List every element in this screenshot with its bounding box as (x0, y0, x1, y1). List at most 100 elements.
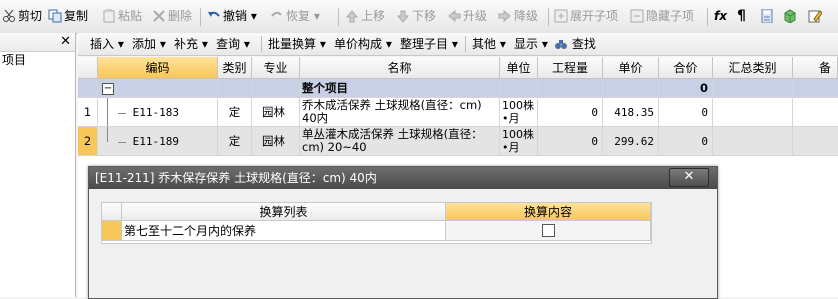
row-category: 定 (218, 98, 252, 126)
group-total: 0 (659, 79, 713, 97)
dialog-title-bar[interactable]: [E11-211] 乔木保存保养 土球规格(直径：cm) 40内 ✕ (89, 167, 717, 189)
toolbar-divider (465, 36, 466, 52)
conversion-item-cell[interactable] (446, 221, 651, 241)
undo-button[interactable]: 撤销 ▾ (207, 0, 257, 33)
panel-header: ✕ (0, 33, 75, 52)
project-tree-panel: ✕ 项目 (0, 33, 76, 297)
row-code: E11-189 (98, 127, 218, 155)
arrow-right-icon (498, 3, 512, 23)
binoculars-icon (554, 36, 568, 50)
header-remark[interactable]: 备注 (793, 57, 838, 97)
secondary-toolbar: 插入 ▾ 添加 ▾ 补充 ▾ 查询 ▾ 批量换算 ▾ 单价构成 ▾ 整理子目 ▾… (78, 33, 838, 56)
undo-icon (207, 3, 221, 17)
header-code[interactable]: 编码 (98, 57, 218, 79)
row-category: 定 (218, 127, 252, 155)
group-row[interactable]: − 整个项目 0 (78, 79, 838, 98)
paragraph-button[interactable]: ¶ (737, 0, 746, 33)
collapse-icon (630, 3, 644, 23)
query-menu[interactable]: 查询 ▾ (216, 33, 250, 55)
row-number: 2 (78, 127, 98, 155)
supplement-menu[interactable]: 补充 ▾ (174, 33, 208, 55)
toolbar-divider (548, 8, 549, 26)
header-category[interactable]: 类别 (218, 57, 252, 79)
hide-children-button[interactable]: 隐藏子项 (630, 0, 694, 33)
toolbar-divider (707, 8, 708, 26)
collapse-toggle[interactable]: − (102, 83, 114, 95)
row-price: 418.35 (603, 98, 659, 126)
function-icon: fx (714, 9, 727, 23)
cut-button[interactable]: 剪切 (2, 0, 42, 33)
header-total[interactable]: 合价 (659, 57, 713, 79)
table-row[interactable]: 1 E11-183 定 园林 乔木成活保养 土球规格(直径：cm) 40内 10… (78, 98, 838, 127)
row-total: 0 (659, 127, 713, 155)
edit-button[interactable] (808, 0, 824, 33)
header-price[interactable]: 单价 (603, 57, 659, 79)
batch-convert-menu[interactable]: 批量换算 ▾ (268, 33, 326, 55)
upgrade-button[interactable]: 升级 (447, 0, 487, 33)
row-quantity: 0 (538, 98, 603, 126)
arrow-left-icon (447, 3, 461, 23)
main-toolbar: 剪切 复制 粘贴 删除 撤销 ▾ 恢复 ▾ 上移 下移 升级 降级 展开子项 隐… (0, 0, 838, 34)
header-unit[interactable]: 单位 (500, 57, 538, 79)
row-specialty: 园林 (252, 98, 300, 126)
arrow-up-icon (345, 3, 359, 23)
conversion-dialog: [E11-211] 乔木保存保养 土球规格(直径：cm) 40内 ✕ 换算列表 … (88, 166, 718, 299)
header-summary-category[interactable]: 汇总类别 (713, 57, 793, 79)
row-unit: 100株•月 (500, 98, 538, 126)
group-name: 整个项目 (300, 79, 500, 97)
header-conversion-list[interactable]: 换算列表 (122, 203, 446, 221)
insert-menu[interactable]: 插入 ▾ (90, 33, 124, 55)
header-conversion-content[interactable]: 换算内容 (446, 203, 651, 221)
tree-item-project[interactable]: 项目 (0, 52, 75, 68)
copy-button[interactable]: 复制 (48, 0, 88, 33)
edit-icon (808, 3, 823, 23)
move-up-button[interactable]: 上移 (345, 0, 385, 33)
paste-button[interactable]: 粘贴 (102, 0, 142, 33)
cube-icon (783, 3, 797, 24)
conversion-checkbox[interactable] (541, 224, 555, 237)
toolbar-divider (200, 8, 201, 26)
close-icon[interactable]: ✕ (60, 33, 71, 51)
dialog-title: [E11-211] 乔木保存保养 土球规格(直径：cm) 40内 (95, 171, 377, 185)
organize-children-menu[interactable]: 整理子目 ▾ (400, 33, 458, 55)
expand-icon (554, 3, 568, 23)
redo-button[interactable]: 恢复 ▾ (270, 0, 320, 33)
header-quantity[interactable]: 工程量 (538, 57, 603, 79)
toolbar-divider (338, 8, 339, 26)
row-price: 299.62 (603, 127, 659, 155)
header-specialty[interactable]: 专业 (252, 57, 300, 79)
row-quantity: 0 (538, 127, 603, 155)
expand-children-button[interactable]: 展开子项 (554, 0, 618, 33)
add-menu[interactable]: 添加 ▾ (132, 33, 166, 55)
toolbar-divider (261, 36, 262, 52)
downgrade-button[interactable]: 降级 (498, 0, 538, 33)
calculator-button[interactable] (760, 0, 776, 33)
unit-price-composition-menu[interactable]: 单价构成 ▾ (334, 33, 392, 55)
delete-icon (152, 3, 166, 22)
copy-icon (48, 3, 62, 23)
conversion-table: 换算列表 换算内容 第七至十二个月内的保养 (101, 202, 652, 244)
table-row[interactable]: 2 E11-189 定 园林 单丛灌木成活保养 土球规格(直径：cm) 20~4… (78, 127, 838, 156)
close-icon: ✕ (683, 169, 695, 184)
header-rownum (102, 203, 122, 221)
paragraph-icon: ¶ (737, 8, 746, 24)
arrow-down-icon (396, 3, 410, 23)
formula-button[interactable]: fx (714, 0, 727, 33)
header-name[interactable]: 名称 (300, 57, 500, 79)
scissors-icon (2, 3, 16, 22)
delete-button[interactable]: 删除 (152, 0, 192, 33)
conversion-item-label: 第七至十二个月内的保养 (122, 221, 446, 241)
redo-icon (270, 3, 284, 17)
row-name: 乔木成活保养 土球规格(直径：cm) 40内 (300, 98, 500, 126)
row-code: E11-183 (98, 98, 218, 126)
other-menu[interactable]: 其他 ▾ (472, 33, 506, 55)
row-indicator (102, 221, 122, 241)
row-total: 0 (659, 98, 713, 126)
paste-icon (102, 3, 116, 23)
dialog-close-button[interactable]: ✕ (669, 168, 709, 187)
move-down-button[interactable]: 下移 (396, 0, 436, 33)
calculator-icon (760, 3, 774, 24)
display-menu[interactable]: 显示 ▾ (514, 33, 548, 55)
cube-button[interactable] (783, 0, 799, 33)
find-button[interactable]: 查找 (554, 33, 596, 55)
